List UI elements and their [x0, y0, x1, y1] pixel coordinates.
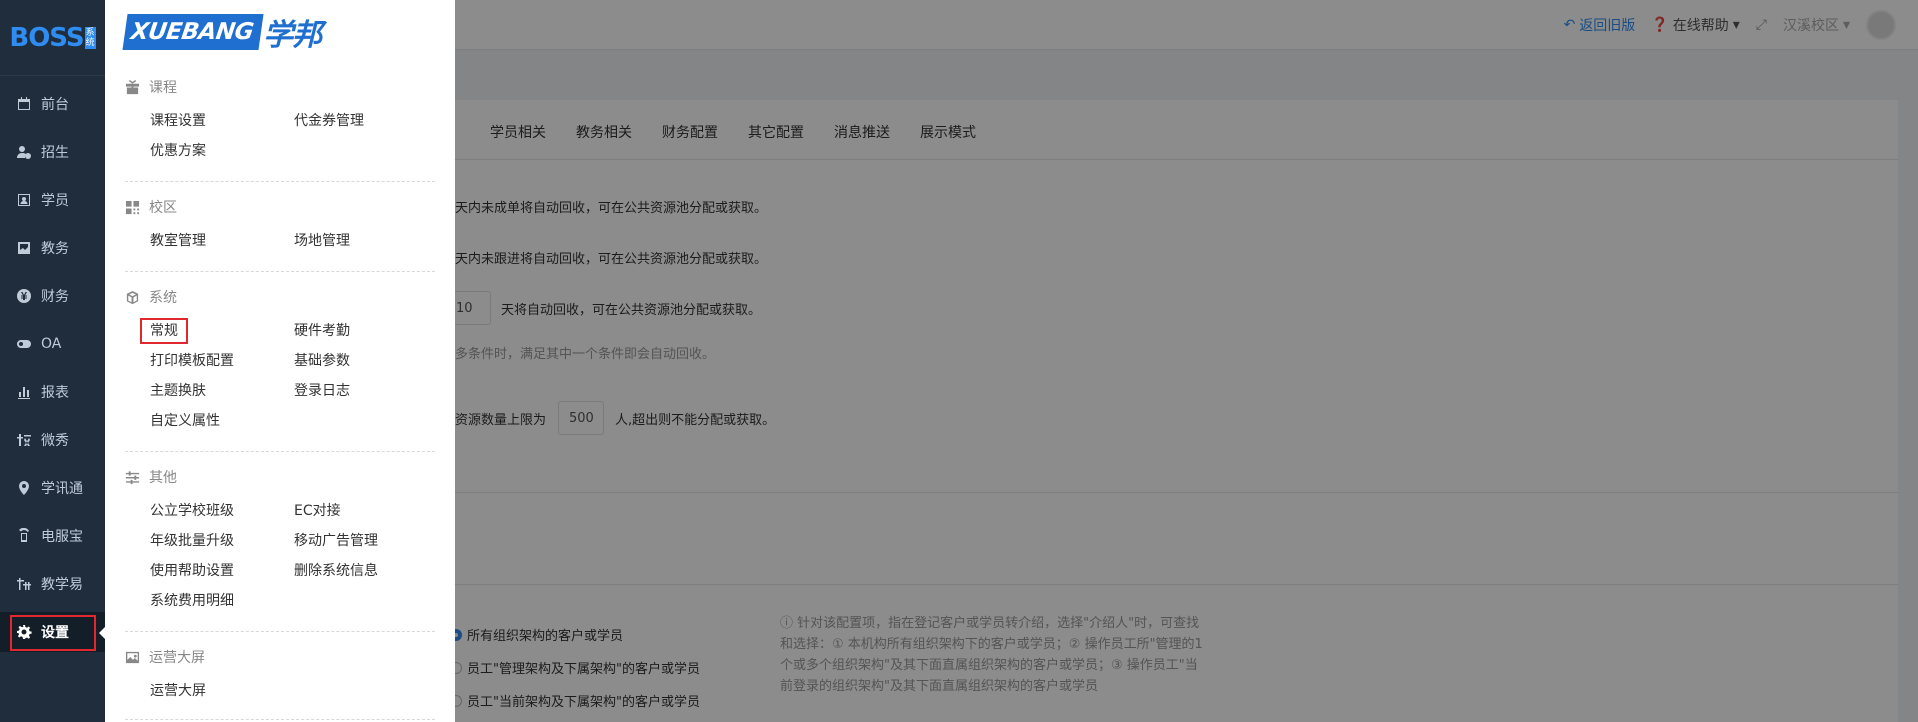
sidebar-item-frontdesk[interactable]: 前台 [0, 84, 105, 124]
divider [125, 181, 435, 182]
menu-item-classroom[interactable]: 教室管理 [150, 231, 206, 251]
divider [125, 719, 435, 720]
sidebar-item-weixiu[interactable]: 微秀 [0, 420, 105, 460]
section-system: 系统 [125, 287, 177, 307]
book-icon [16, 240, 32, 256]
menu-item-help-settings[interactable]: 使用帮助设置 [150, 561, 234, 581]
menu-item-voucher[interactable]: 代金券管理 [294, 111, 364, 131]
sidebar-item-label: 教学易 [41, 577, 83, 593]
logo-latin: XUEBANG [122, 14, 264, 50]
menu-pointer-caret [99, 626, 106, 640]
section-title: 系统 [149, 290, 177, 306]
sidebar-item-label: 前台 [41, 97, 69, 113]
sidebar-item-label: 教务 [41, 241, 69, 257]
boss-logo: BOSS 系统 [0, 0, 105, 76]
sidebar-item-label: 学员 [41, 193, 69, 209]
sidebar-item-label: OA [41, 336, 62, 352]
section-campus: 校区 [125, 197, 177, 217]
menu-item-system-fee-detail[interactable]: 系统费用明细 [150, 591, 234, 611]
sidebar-item-label: 微秀 [41, 433, 69, 449]
image-icon [125, 650, 140, 665]
menu-item-course-settings[interactable]: 课程设置 [150, 111, 206, 131]
menu-item-ec-integration[interactable]: EC对接 [294, 501, 341, 521]
logo-cn: 学邦 [263, 18, 322, 53]
location-icon [16, 480, 32, 496]
menu-item-custom-attributes[interactable]: 自定义属性 [150, 411, 220, 431]
cube-icon [125, 290, 140, 305]
settings-menu: XUEBANG 学邦 课程 课程设置 代金券管理 优惠方案 校区 教室管理 场地… [105, 0, 455, 722]
sliders-icon [125, 470, 140, 485]
section-other: 其他 [125, 467, 177, 487]
menu-item-general[interactable]: 常规 [140, 318, 188, 344]
sidebar-item-label: 电服宝 [41, 529, 83, 545]
menu-item-operation-screen[interactable]: 运营大屏 [150, 681, 206, 701]
section-title: 校区 [149, 200, 177, 216]
settings-highlight-box [10, 615, 96, 651]
sidebar-item-xuexuntong[interactable]: 学讯通 [0, 468, 105, 508]
calendar-icon [16, 96, 32, 112]
logo-badge: 系统 [84, 26, 96, 49]
section-title: 运营大屏 [149, 650, 205, 666]
main-sidebar: BOSS 系统 前台 招生 学员 教务 财务 OA 报表 微秀 学讯通 电服宝 [0, 0, 105, 722]
user-add-icon [16, 144, 32, 160]
section-title: 课程 [149, 80, 177, 96]
bar-chart-icon [16, 384, 32, 400]
section-course: 课程 [125, 77, 177, 97]
gift-icon [125, 79, 140, 95]
menu-item-venue[interactable]: 场地管理 [294, 231, 350, 251]
weixiu-icon [16, 432, 32, 448]
menu-item-print-template[interactable]: 打印模板配置 [150, 351, 234, 371]
sidebar-item-academic[interactable]: 教务 [0, 228, 105, 268]
sidebar-item-jiaoxueyi[interactable]: 教学易 [0, 564, 105, 604]
toggle-icon [16, 336, 32, 352]
menu-item-mobile-ads[interactable]: 移动广告管理 [294, 531, 378, 551]
phone-service-icon [16, 528, 32, 544]
sidebar-item-label: 财务 [41, 289, 69, 305]
divider [125, 451, 435, 452]
sidebar-item-oa[interactable]: OA [0, 324, 105, 364]
sidebar-item-students[interactable]: 学员 [0, 180, 105, 220]
menu-item-grade-upgrade[interactable]: 年级批量升级 [150, 531, 234, 551]
sidebar-item-label: 学讯通 [41, 481, 83, 497]
section-operation-screen: 运营大屏 [125, 647, 205, 667]
yen-icon [16, 288, 32, 304]
menu-item-login-log[interactable]: 登录日志 [294, 381, 350, 401]
menu-item-theme[interactable]: 主题换肤 [150, 381, 206, 401]
sidebar-item-reports[interactable]: 报表 [0, 372, 105, 412]
sidebar-item-finance[interactable]: 财务 [0, 276, 105, 316]
section-title: 其他 [149, 470, 177, 486]
menu-item-public-school-class[interactable]: 公立学校班级 [150, 501, 234, 521]
divider [125, 631, 435, 632]
id-card-icon [16, 192, 32, 208]
sidebar-item-dianfubao[interactable]: 电服宝 [0, 516, 105, 556]
sidebar-item-enrollment[interactable]: 招生 [0, 132, 105, 172]
logo-text: BOSS [9, 22, 84, 53]
divider [125, 271, 435, 272]
xuebang-logo: XUEBANG 学邦 [122, 12, 322, 53]
grid-icon [125, 200, 140, 215]
teach-icon [16, 576, 32, 592]
sidebar-item-label: 招生 [41, 145, 69, 161]
sidebar-item-label: 报表 [41, 385, 69, 401]
menu-item-discount[interactable]: 优惠方案 [150, 141, 206, 161]
menu-item-delete-system-info[interactable]: 删除系统信息 [294, 561, 378, 581]
menu-item-hardware-attendance[interactable]: 硬件考勤 [294, 321, 350, 341]
menu-item-basic-params[interactable]: 基础参数 [294, 351, 350, 371]
